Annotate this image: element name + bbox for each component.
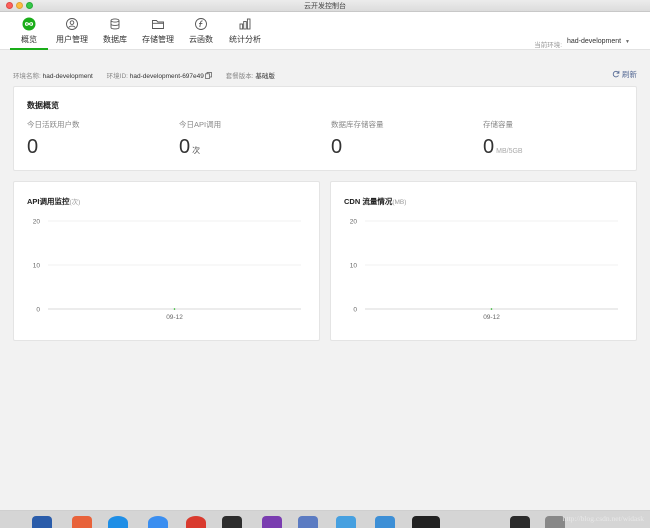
caret-down-icon: ▼ bbox=[625, 39, 630, 45]
dock-app-icon[interactable] bbox=[336, 516, 356, 528]
metric-label: 今日活跃用户数 bbox=[27, 120, 80, 129]
infinity-icon bbox=[22, 17, 36, 31]
dock-app-icon[interactable] bbox=[262, 516, 282, 528]
x-tick-label: 09-12 bbox=[483, 314, 500, 321]
tab-database-label: 数据库 bbox=[103, 35, 127, 44]
dock-app-icon[interactable] bbox=[148, 516, 168, 528]
api-line-chart: 0 10 20 09-12 bbox=[33, 219, 301, 321]
metric-storage-capacity: 存储容量 0 MB/5GB bbox=[483, 119, 523, 159]
window-title: 云开发控制台 bbox=[304, 3, 346, 10]
refresh-label: 刷新 bbox=[622, 70, 637, 79]
y-tick-label: 0 bbox=[36, 307, 40, 314]
data-point bbox=[490, 308, 493, 310]
env-name: 环境名称: had-development bbox=[13, 73, 93, 80]
metric-value: 0 bbox=[483, 136, 495, 158]
env-select-value: had-development bbox=[567, 38, 622, 45]
metric-label: 数据库存储容量 bbox=[331, 120, 384, 129]
tab-user-management[interactable]: 用户管理 bbox=[54, 14, 90, 50]
env-plan: 套餐版本: 基础版 bbox=[225, 73, 275, 80]
dock-app-icon[interactable] bbox=[298, 516, 318, 528]
tab-overview-label: 概览 bbox=[21, 35, 37, 44]
metric-active-users: 今日活跃用户数 0 bbox=[27, 119, 80, 159]
window-titlebar: 云开发控制台 bbox=[0, 0, 650, 12]
tab-cloud-functions-label: 云函数 bbox=[189, 35, 213, 44]
env-name-value: had-development bbox=[42, 73, 93, 80]
metric-label: 存储容量 bbox=[483, 120, 513, 129]
api-monitor-card: API调用监控(次) 0 10 20 09-12 bbox=[13, 181, 320, 341]
dock-app-icon[interactable] bbox=[412, 516, 440, 528]
metric-value: 0 bbox=[179, 136, 191, 158]
metric-label: 今日API调用 bbox=[179, 120, 222, 129]
current-env-label: 当前环境: bbox=[534, 42, 562, 49]
data-overview-card: 数据概览 今日活跃用户数 0 今日API调用 0次 数据库存储容量 0 存储容量… bbox=[13, 86, 637, 171]
dock-app-icon[interactable] bbox=[186, 516, 206, 528]
overview-title: 数据概览 bbox=[27, 101, 59, 110]
dock-app-icon[interactable] bbox=[375, 516, 395, 528]
watermark-text: http://blog.csdn.net/widask bbox=[562, 514, 644, 523]
tab-cloud-functions[interactable]: 云函数 bbox=[187, 14, 215, 50]
dock-app-icon[interactable] bbox=[32, 516, 52, 528]
dock-app-icon[interactable] bbox=[72, 516, 92, 528]
database-icon bbox=[108, 17, 122, 31]
metric-api-calls: 今日API调用 0次 bbox=[179, 119, 221, 159]
tab-storage-management[interactable]: 存储管理 bbox=[140, 14, 176, 50]
y-tick-label: 0 bbox=[353, 307, 357, 314]
user-icon bbox=[65, 17, 79, 31]
cdn-line-chart: 0 10 20 09-12 bbox=[350, 219, 618, 321]
tab-storage-management-label: 存储管理 bbox=[142, 35, 174, 44]
tab-statistics-label: 统计分析 bbox=[229, 35, 261, 44]
function-icon bbox=[194, 17, 208, 31]
refresh-icon bbox=[612, 70, 620, 80]
tab-overview[interactable]: 概览 bbox=[10, 14, 48, 50]
env-id-value: had-development-697e49 bbox=[129, 73, 204, 80]
dock-app-icon[interactable] bbox=[222, 516, 242, 528]
metric-value: 0 bbox=[331, 136, 343, 158]
y-tick-label: 20 bbox=[350, 219, 358, 226]
env-id: 环境ID: had-development-697e49 bbox=[107, 72, 212, 81]
metric-db-storage: 数据库存储容量 0 bbox=[331, 119, 384, 159]
env-info-row: 环境名称: had-development 环境ID: had-developm… bbox=[13, 70, 287, 81]
folder-icon bbox=[151, 17, 165, 31]
dock-app-icon[interactable] bbox=[510, 516, 530, 528]
data-point bbox=[173, 308, 176, 310]
tab-statistics[interactable]: 统计分析 bbox=[227, 14, 263, 50]
y-tick-label: 20 bbox=[33, 219, 41, 226]
metric-unit: MB/5GB bbox=[496, 148, 523, 155]
metric-value: 0 bbox=[27, 136, 39, 158]
x-tick-label: 09-12 bbox=[166, 314, 183, 321]
copy-icon[interactable] bbox=[205, 72, 212, 81]
refresh-button[interactable]: 刷新 bbox=[612, 69, 637, 80]
bar-chart-icon bbox=[238, 17, 252, 31]
dock-app-icon[interactable] bbox=[108, 516, 128, 528]
y-tick-label: 10 bbox=[33, 263, 41, 270]
metric-unit: 次 bbox=[192, 146, 201, 155]
tab-database[interactable]: 数据库 bbox=[99, 14, 131, 50]
env-plan-value: 基础版 bbox=[255, 73, 275, 80]
tab-user-management-label: 用户管理 bbox=[56, 35, 88, 44]
main-toolbar: 概览 用户管理 数据库 存储管理 云函数 统计分析 当前环境: had-deve… bbox=[0, 12, 650, 50]
cdn-traffic-card: CDN 流量情况(MB) 0 10 20 09-12 bbox=[330, 181, 637, 341]
env-select[interactable]: had-development ▼ bbox=[567, 38, 630, 45]
y-tick-label: 10 bbox=[350, 263, 358, 270]
macos-dock bbox=[0, 510, 650, 528]
